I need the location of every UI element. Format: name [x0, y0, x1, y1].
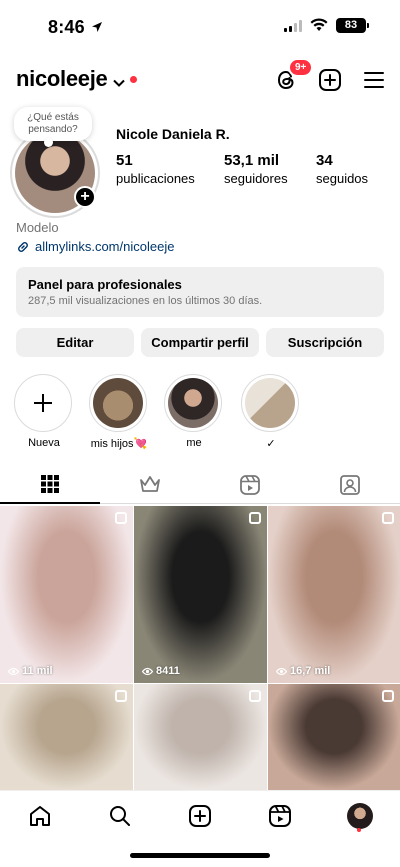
- reel-icon: [382, 512, 394, 524]
- highlight-label: ✓: [266, 438, 276, 450]
- profile-category: Modelo: [16, 220, 59, 235]
- eye-icon: [276, 667, 287, 675]
- carousel-icon: [249, 690, 261, 702]
- hamburger-icon: [364, 72, 384, 88]
- highlight-new[interactable]: Nueva: [14, 374, 74, 449]
- reel-icon: [249, 512, 261, 524]
- profile-notification-dot: [357, 828, 361, 832]
- menu-button[interactable]: [364, 70, 384, 90]
- nav-search[interactable]: [107, 803, 133, 829]
- username-switcher[interactable]: nicoleeje: [16, 66, 108, 92]
- highlight-ring: [89, 374, 147, 432]
- link-icon: [18, 241, 28, 252]
- profile-tabs: [0, 472, 400, 504]
- plus-square-icon: [189, 805, 211, 827]
- home-indicator: [130, 853, 270, 858]
- cellular-signal-icon: [284, 20, 302, 32]
- chevron-down-icon[interactable]: [113, 74, 125, 92]
- nav-create[interactable]: [187, 803, 213, 829]
- reel-icon: [115, 512, 127, 524]
- tagged-person-icon: [340, 475, 360, 495]
- bio-link-text: allmylinks.com/nicoleeje: [35, 239, 175, 254]
- edit-profile-button[interactable]: Editar: [16, 328, 134, 357]
- highlight-item[interactable]: ✓: [241, 374, 301, 450]
- dashboard-title: Panel para profesionales: [28, 277, 182, 292]
- highlight-ring: [14, 374, 72, 432]
- wifi-icon: [310, 18, 328, 37]
- post-thumbnail[interactable]: 11 mil: [0, 506, 133, 683]
- highlight-item[interactable]: me: [164, 374, 224, 449]
- status-bar: 8:46 83: [0, 0, 400, 54]
- note-bubble[interactable]: ¿Qué estás pensando?: [14, 107, 92, 147]
- stat-value: 53,1 mil: [224, 152, 280, 169]
- eye-icon: [142, 667, 153, 675]
- followers-count[interactable]: 53,1 mil seguidores: [224, 152, 288, 186]
- post-thumbnail[interactable]: [134, 684, 267, 790]
- status-time: 8:46: [48, 17, 85, 37]
- highlight-ring: [241, 374, 299, 432]
- share-profile-button[interactable]: Compartir perfil: [141, 328, 259, 357]
- tab-reels[interactable]: [200, 474, 300, 504]
- view-count: 16,7 mil: [276, 665, 330, 677]
- view-count-text: 8411: [156, 665, 180, 677]
- tab-tagged[interactable]: [300, 474, 400, 504]
- location-arrow-icon: [91, 20, 103, 38]
- view-count-text: 16,7 mil: [290, 665, 331, 677]
- threads-notification-badge: 9+: [288, 58, 314, 77]
- reels-icon: [269, 805, 291, 827]
- home-icon: [30, 806, 50, 826]
- post-thumbnail[interactable]: 8411: [134, 506, 267, 683]
- add-story-button[interactable]: +: [74, 186, 96, 208]
- highlight-ring: [164, 374, 222, 432]
- tab-posts-grid[interactable]: [0, 474, 100, 504]
- highlight-cover: [168, 378, 218, 428]
- stat-label: seguidos: [316, 171, 369, 186]
- post-thumbnail[interactable]: 16,7 mil: [268, 506, 400, 683]
- view-count-text: 11 mil: [22, 665, 53, 677]
- subscription-button[interactable]: Suscripción: [266, 328, 384, 357]
- grid-icon: [41, 475, 59, 493]
- crown-icon: [140, 476, 160, 492]
- battery-indicator: 83: [336, 18, 369, 33]
- stat-value: 51: [116, 152, 133, 169]
- stat-label: seguidores: [224, 171, 288, 186]
- plus-square-icon: [319, 69, 341, 91]
- eye-icon: [8, 667, 19, 675]
- highlight-cover: [245, 378, 295, 428]
- nav-profile[interactable]: [347, 803, 373, 829]
- highlight-item[interactable]: mis hijos💘: [89, 374, 149, 450]
- nav-home[interactable]: [27, 803, 53, 829]
- create-button[interactable]: [318, 68, 342, 92]
- highlight-label: mis hijos💘: [90, 438, 148, 450]
- stat-label: publicaciones: [116, 171, 195, 186]
- bio-link[interactable]: allmylinks.com/nicoleeje: [16, 239, 174, 254]
- dashboard-subtitle: 287,5 mil visualizaciones en los últimos…: [28, 295, 263, 307]
- posts-count[interactable]: 51 publicaciones: [116, 152, 195, 186]
- nav-reels[interactable]: [267, 803, 293, 829]
- post-thumbnail[interactable]: [268, 684, 400, 790]
- plus-icon: [34, 394, 52, 412]
- professional-dashboard[interactable]: Panel para profesionales 287,5 mil visua…: [16, 267, 384, 317]
- highlight-label: me: [186, 437, 202, 449]
- reels-icon: [240, 475, 260, 495]
- stat-value: 34: [316, 152, 333, 169]
- bottom-navigation: [0, 790, 400, 840]
- avatar: [347, 803, 373, 829]
- view-count: 8411: [142, 665, 180, 677]
- highlight-label: Nueva: [28, 437, 60, 449]
- view-count: 11 mil: [8, 665, 53, 677]
- post-thumbnail[interactable]: [0, 684, 133, 790]
- carousel-icon: [115, 690, 127, 702]
- account-notification-dot: [130, 76, 137, 83]
- following-count[interactable]: 34 seguidos: [316, 152, 368, 186]
- highlight-cover: [93, 378, 143, 428]
- tab-subscriptions[interactable]: [100, 474, 200, 504]
- full-name: Nicole Daniela R.: [116, 126, 230, 142]
- search-icon: [110, 806, 130, 826]
- profile-header: nicoleeje 9+: [0, 58, 400, 96]
- reel-icon: [382, 690, 394, 702]
